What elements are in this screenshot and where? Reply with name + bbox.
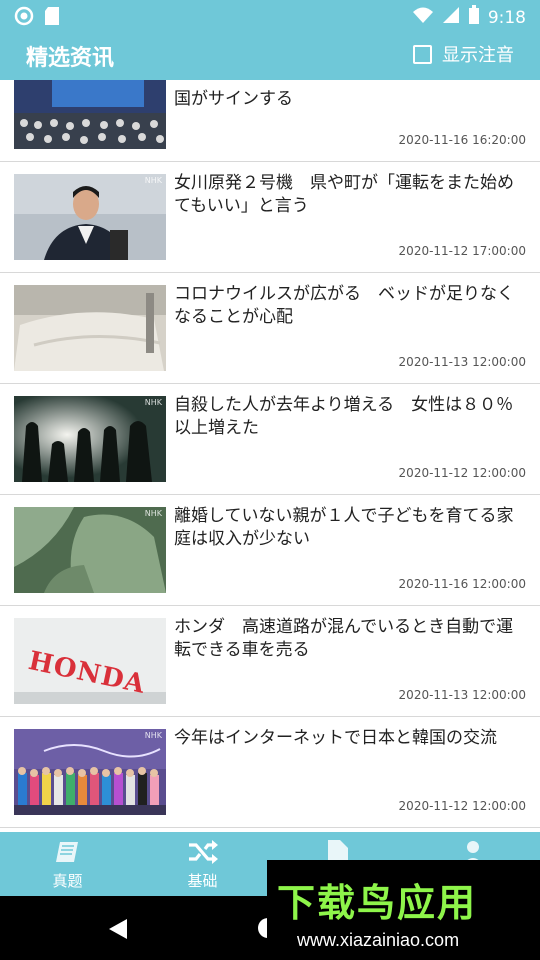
news-item[interactable]: NHK 女川原発２号機 県や町が「運転をまた始めてもいい」と言う 2020-11… [0, 162, 540, 273]
news-item[interactable]: NHK 今年はインターネットで日本と韓国の交流 2020-11-12 12:00… [0, 717, 540, 828]
news-item[interactable]: NHK 離婚していない親が１人で子どもを育てる家庭は収入が少ない 2020-11… [0, 495, 540, 606]
news-thumbnail: NHK [14, 174, 166, 260]
news-date: 2020-11-16 16:20:00 [398, 133, 526, 147]
nav-item-jichu[interactable]: 基础 [135, 832, 270, 896]
news-date: 2020-11-12 17:00:00 [398, 244, 526, 258]
news-date: 2020-11-12 12:00:00 [398, 466, 526, 480]
news-item[interactable]: コロナウイルスが広がる ベッドが足りなくなることが心配 2020-11-13 1… [0, 273, 540, 384]
news-item[interactable]: NHK 自殺した人が去年より増える 女性は８０％以上増えた 2020-11-12… [0, 384, 540, 495]
news-thumbnail [14, 285, 166, 371]
show-ruby-checkbox[interactable] [413, 44, 432, 64]
back-icon[interactable] [108, 918, 128, 944]
nhk-logo: NHK [144, 398, 162, 407]
news-title: 今年はインターネットで日本と韓国の交流 [174, 728, 497, 748]
news-thumbnail: NHK [14, 729, 166, 815]
nav-label: 真题 [52, 872, 83, 890]
news-date: 2020-11-12 12:00:00 [398, 799, 526, 813]
news-title: 国がサインする [174, 89, 293, 109]
watermark-logo: 下载鸟应用 [277, 881, 478, 925]
news-date: 2020-11-16 12:00:00 [398, 577, 526, 591]
signal-icon [442, 6, 460, 29]
watermark: 下载鸟应用 www.xiazainiao.com [267, 860, 540, 960]
watermark-url: www.xiazainiao.com [297, 930, 460, 950]
news-thumbnail [14, 80, 166, 149]
nav-label: 基础 [187, 872, 218, 890]
news-title: 自殺した人が去年より増える 女性は８０％以上増えた [174, 395, 514, 438]
page-title: 精选资讯 [26, 46, 115, 71]
book-icon [54, 838, 82, 870]
news-title: コロナウイルスが広がる ベッドが足りなくなることが心配 [174, 284, 514, 327]
sd-card-icon [44, 6, 60, 30]
news-item[interactable]: HONDA ホンダ 高速道路が混んでいるとき自動で運転できる車を売る 2020-… [0, 606, 540, 717]
news-thumbnail: HONDA [14, 618, 166, 704]
sync-icon [14, 6, 34, 30]
show-ruby-toggle[interactable]: 显示注音 [413, 41, 514, 67]
status-time: 9:18 [487, 7, 526, 28]
news-date: 2020-11-13 12:00:00 [398, 688, 526, 702]
nhk-logo: NHK [144, 176, 162, 185]
shuffle-icon [187, 838, 219, 870]
show-ruby-label: 显示注音 [442, 45, 514, 66]
news-title: 離婚していない親が１人で子どもを育てる家庭は収入が少ない [174, 506, 514, 549]
nhk-logo: NHK [144, 509, 162, 518]
news-title: 女川原発２号機 県や町が「運転をまた始めてもいい」と言う [174, 173, 514, 216]
battery-icon [468, 5, 480, 30]
status-bar: 9:18 [0, 0, 540, 32]
news-date: 2020-11-13 12:00:00 [398, 355, 526, 369]
news-list[interactable]: 国がサインする 2020-11-16 16:20:00 NHK 女川原発２号機 … [0, 80, 540, 832]
news-thumbnail: NHK [14, 507, 166, 593]
app-bar: 精选资讯 显示注音 [0, 32, 540, 80]
news-item[interactable]: 国がサインする 2020-11-16 16:20:00 [0, 80, 540, 162]
wifi-icon [412, 6, 434, 29]
news-thumbnail: NHK [14, 396, 166, 482]
nhk-logo: NHK [144, 731, 162, 740]
nav-item-zhenti[interactable]: 真题 [0, 832, 135, 896]
news-title: ホンダ 高速道路が混んでいるとき自動で運転できる車を売る [174, 617, 514, 660]
